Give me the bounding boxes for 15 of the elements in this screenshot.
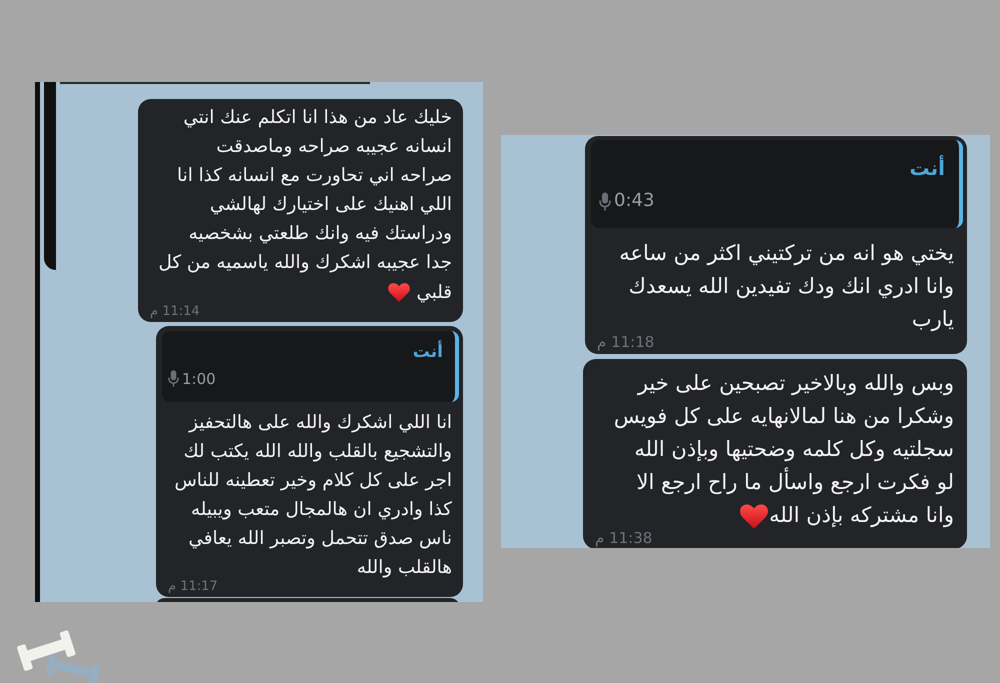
message-text: خليك عاد من هذا انا اتكلم عنك انتي انسانه عجيبه صراحه وماصدقت صراحه اني تحاورت مع انسانه كذا انا اللي اهنيك على اختيارك لهالشي ودراستك فيه وانك طلعتي بشخصيه جدا عجيبه اشكرك والله ياسميه من كل قلبي [158, 107, 452, 303]
reply-sender: أنت [412, 342, 443, 362]
message-time: 11:14 م [150, 304, 200, 318]
microphone-icon [599, 192, 611, 210]
microphone-icon [168, 370, 179, 388]
voice-duration: 1:00 [182, 368, 216, 389]
reply-sender: أنت [909, 156, 945, 180]
voice-duration: 0:43 [614, 190, 654, 212]
message-time: 11:38 م [595, 530, 652, 546]
message-text: انا اللي اشكرك والله على هالتحفيز والتشجيع بالقلب والله الله يكتب لك اجر على كل كلام وخير تعطينه للناس كذا وادري ان هالمجال متعب ويبيله ناس صدق تتحمل وتصبر الله يعافي هالقلب والله [174, 412, 452, 578]
message-time: 11:17 م [168, 580, 218, 594]
message-text: يختي هو انه من تركتيني اكثر من ساعه وانا ادري انك ودك تفيدين الله يسعدك يارب [619, 241, 954, 332]
message-time: 11:18 م [597, 334, 654, 350]
message-text: وبس والله وبالاخير تصبحين على خير وشكرا من هنا لمالانهايه على كل فويس سجلتيه وكل كلمه وضحتيها وبإذن الله لو فكرت ارجع واسأل ما راح ارجع الا وانا مشتركه بإذن الله [614, 370, 954, 528]
bones-icon [17, 630, 99, 683]
